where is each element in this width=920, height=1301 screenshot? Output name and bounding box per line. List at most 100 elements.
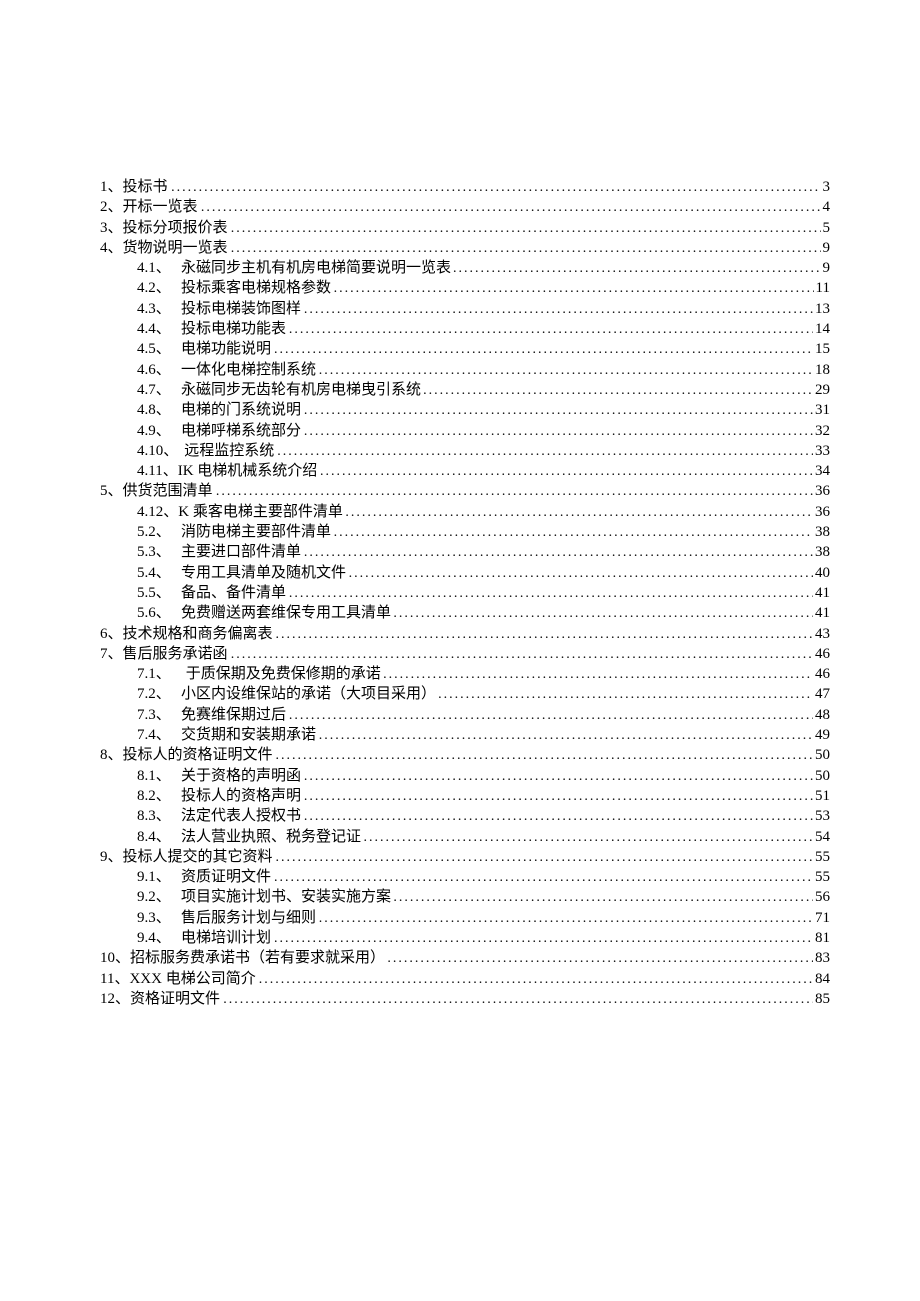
toc-page-number: 47 — [813, 687, 830, 702]
toc-page-number: 5 — [821, 221, 831, 236]
toc-number: 12、 — [100, 992, 130, 1007]
toc-page-number: 54 — [813, 830, 830, 845]
toc-number: 2、 — [100, 200, 123, 215]
toc-title: 资质证明文件 — [181, 870, 271, 885]
toc-leader — [289, 709, 813, 723]
toc-title: 主要进口部件清单 — [181, 545, 301, 560]
toc-entry: 5.2、消防电梯主要部件清单 38 — [100, 525, 830, 540]
toc-title: 消防电梯主要部件清单 — [181, 525, 331, 540]
toc-title: 电梯功能说明 — [181, 342, 271, 357]
toc-entry: 5.6、免费赠送两套维保专用工具清单41 — [100, 606, 830, 621]
toc-title: 电梯培训计划 — [181, 931, 271, 946]
toc-page-number: 50 — [813, 748, 830, 763]
toc-entry: 9.4、电梯培训计划81 — [100, 931, 830, 946]
toc-title: 法定代表人授权书 — [181, 809, 301, 824]
toc-leader — [423, 384, 813, 398]
toc-leader — [349, 567, 813, 581]
toc-leader — [259, 973, 813, 987]
toc-entry: 9.1、资质证明文件55 — [100, 870, 830, 885]
toc-entry: 4.12、K 乘客电梯主要部件清单36 — [100, 505, 830, 520]
toc-leader — [223, 993, 813, 1007]
toc-title: 供货范围清单 — [123, 484, 213, 499]
toc-title: 投标分项报价表 — [123, 221, 228, 236]
toc-leader — [304, 810, 813, 824]
toc-entry: 7.1、 于质保期及免费保修期的承诺46 — [100, 667, 830, 682]
toc-leader — [438, 688, 813, 702]
toc-page-number: 46 — [813, 667, 830, 682]
toc-title: 免赛维保期过后 — [181, 708, 286, 723]
toc-number: 4.7、 — [137, 383, 181, 398]
toc-leader — [274, 343, 813, 357]
toc-title: 货物说明一览表 — [123, 241, 228, 256]
toc-title: 电梯的门系统说明 — [181, 403, 301, 418]
toc-number: 5、 — [100, 484, 123, 499]
toc-leader — [393, 607, 813, 621]
toc-page-number: 55 — [813, 850, 830, 865]
toc-entry: 5.3、主要进口部件清单38 — [100, 545, 830, 560]
toc-title: IK 电梯机械系统介绍 — [178, 464, 318, 479]
toc-entry: 5.4、专用工具清单及随机文件40 — [100, 566, 830, 581]
toc-page-number: 36 — [813, 484, 830, 499]
toc-entry: 7.2、小区内设维保站的承诺（大项目采用）47 — [100, 687, 830, 702]
toc-entry: 9、投标人提交的其它资料55 — [100, 850, 830, 865]
toc-leader — [334, 526, 813, 540]
toc-title: 资格证明文件 — [130, 992, 220, 1007]
toc-number: 9.1、 — [137, 870, 181, 885]
toc-leader — [304, 770, 813, 784]
toc-title: 永磁同步主机有机房电梯简要说明一览表 — [181, 261, 451, 276]
toc-title: 交货期和安装期承诺 — [181, 728, 316, 743]
toc-title: 小区内设维保站的承诺（大项目采用） — [181, 687, 436, 702]
toc-number: 9.4、 — [137, 931, 181, 946]
toc-leader — [363, 831, 813, 845]
toc-number: 8.1、 — [137, 769, 181, 784]
toc-entry: 4.1、永磁同步主机有机房电梯简要说明一览表9 — [100, 261, 830, 276]
toc-title: XXX 电梯公司简介 — [129, 972, 255, 987]
toc-number: 6、 — [100, 627, 123, 642]
toc-entry: 6、技术规格和商务偏离表43 — [100, 627, 830, 642]
toc-leader — [275, 628, 813, 642]
toc-entry: 7.4、交货期和安装期承诺49 — [100, 728, 830, 743]
toc-leader — [453, 262, 820, 276]
toc-number: 4.1、 — [137, 261, 181, 276]
toc-title: K 乘客电梯主要部件清单 — [178, 505, 343, 520]
toc-number: 4.9、 — [137, 424, 181, 439]
toc-title: 技术规格和商务偏离表 — [123, 627, 273, 642]
toc-page-number: 38 — [813, 545, 830, 560]
toc-title: 投标人提交的其它资料 — [123, 850, 273, 865]
toc-number: 3、 — [100, 221, 123, 236]
toc-page-number: 11 — [814, 281, 830, 296]
toc-title: 招标服务费承诺书（若有要求就采用） — [130, 951, 385, 966]
toc-title: 备品、备件清单 — [181, 586, 286, 601]
toc-title: 关于资格的声明函 — [181, 769, 301, 784]
toc-title: 法人营业执照、税务登记证 — [181, 830, 361, 845]
toc-title: 售后服务计划与细则 — [181, 911, 316, 926]
toc-leader — [387, 952, 813, 966]
toc-number: 7.4、 — [137, 728, 181, 743]
toc-page-number: 4 — [821, 200, 831, 215]
toc-entry: 7.3、免赛维保期过后48 — [100, 708, 830, 723]
toc-title: 电梯呼梯系统部分 — [181, 424, 301, 439]
toc-number: 8.4、 — [137, 830, 181, 845]
toc-number: 5.2、 — [137, 525, 181, 540]
toc-leader — [334, 282, 814, 296]
toc-entry: 5.5、备品、备件清单41 — [100, 586, 830, 601]
toc-entry: 8.1、关于资格的声明函50 — [100, 769, 830, 784]
toc-entry: 4.2、投标乘客电梯规格参数11 — [100, 281, 830, 296]
toc-page-number: 3 — [821, 180, 831, 195]
toc-entry: 10、招标服务费承诺书（若有要求就采用）83 — [100, 951, 830, 966]
toc-number: 1、 — [100, 180, 123, 195]
toc-title: 投标书 — [123, 180, 168, 195]
toc-number: 9.3、 — [137, 911, 181, 926]
toc-number: 4.11、 — [137, 464, 178, 479]
toc-leader — [319, 912, 813, 926]
toc-page-number: 36 — [813, 505, 830, 520]
toc-leader — [275, 749, 813, 763]
toc-page-number: 38 — [813, 525, 830, 540]
toc-leader — [216, 485, 813, 499]
toc-number: 7.1、 — [137, 667, 171, 682]
toc-entry: 9.3、售后服务计划与细则71 — [100, 911, 830, 926]
toc-entry: 4、货物说明一览表9 — [100, 241, 830, 256]
toc-entry: 5、供货范围清单 36 — [100, 484, 830, 499]
toc-leader — [319, 729, 813, 743]
toc-number: 10、 — [100, 951, 130, 966]
